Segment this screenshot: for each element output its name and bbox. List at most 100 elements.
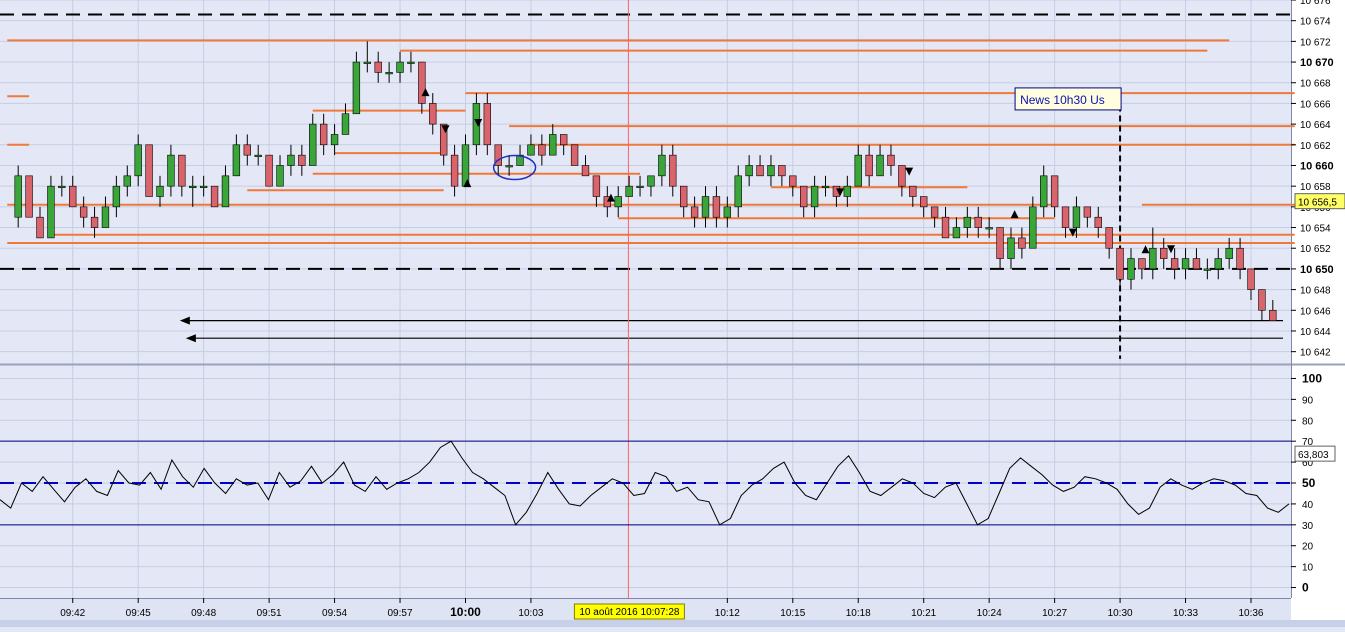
candle[interactable] <box>920 196 928 208</box>
candle[interactable] <box>1127 258 1135 280</box>
candle[interactable] <box>592 175 601 197</box>
candle[interactable] <box>134 144 142 177</box>
candle[interactable] <box>1116 247 1124 280</box>
candle[interactable] <box>712 196 721 218</box>
candle[interactable] <box>876 154 884 177</box>
candle[interactable] <box>374 61 382 73</box>
candle[interactable] <box>887 154 895 166</box>
candle[interactable] <box>1160 247 1168 259</box>
candle[interactable] <box>909 185 917 197</box>
candle[interactable] <box>309 123 317 166</box>
candle[interactable] <box>69 185 77 208</box>
candle[interactable] <box>1072 206 1081 228</box>
candle[interactable] <box>1192 258 1201 270</box>
candle[interactable] <box>930 206 939 218</box>
candle[interactable] <box>865 154 873 177</box>
candle[interactable] <box>25 175 33 218</box>
candle[interactable] <box>800 185 808 208</box>
candle[interactable] <box>985 227 993 230</box>
candle[interactable] <box>36 216 44 239</box>
candle[interactable] <box>778 165 786 177</box>
candle[interactable] <box>570 144 579 166</box>
candle[interactable] <box>90 216 99 228</box>
candle[interactable] <box>178 154 186 187</box>
candle[interactable] <box>1181 258 1190 270</box>
candle[interactable] <box>1050 175 1059 208</box>
candle[interactable] <box>614 196 622 208</box>
candle[interactable] <box>418 61 426 104</box>
candle[interactable] <box>963 216 972 228</box>
candle[interactable] <box>79 206 88 218</box>
candle[interactable] <box>287 154 295 166</box>
candle[interactable] <box>189 185 197 188</box>
candle[interactable] <box>854 154 862 187</box>
candle[interactable] <box>319 123 328 146</box>
candle[interactable] <box>1214 258 1222 270</box>
chart-svg[interactable]: 10 642 10 644 10 646 10 648 10 650 10 652 10 6… <box>0 0 1345 627</box>
candle[interactable] <box>701 196 710 218</box>
candle[interactable] <box>941 216 950 239</box>
candle[interactable] <box>330 134 339 146</box>
candle[interactable] <box>1247 268 1255 290</box>
candle[interactable] <box>156 185 164 197</box>
candle[interactable] <box>167 154 175 187</box>
candle[interactable] <box>396 61 404 73</box>
candle[interactable] <box>734 175 742 208</box>
candle[interactable] <box>647 175 655 187</box>
candle[interactable] <box>974 216 982 228</box>
candle[interactable] <box>1203 268 1212 271</box>
candle[interactable] <box>810 185 819 208</box>
candle[interactable] <box>363 61 371 64</box>
candle[interactable] <box>243 144 251 156</box>
candle[interactable] <box>145 144 153 197</box>
candle[interactable] <box>898 165 906 187</box>
candle[interactable] <box>658 154 666 177</box>
candle[interactable] <box>505 165 513 168</box>
candle[interactable] <box>483 103 491 146</box>
candle[interactable] <box>265 154 273 187</box>
candle[interactable] <box>123 175 131 187</box>
candle[interactable] <box>298 154 306 166</box>
candle[interactable] <box>1061 206 1070 228</box>
candle[interactable] <box>112 185 121 208</box>
candle[interactable] <box>636 185 644 188</box>
candle[interactable] <box>690 206 699 218</box>
candle[interactable] <box>538 144 546 156</box>
candle[interactable] <box>1094 216 1102 228</box>
candle[interactable] <box>210 185 219 208</box>
candle[interactable] <box>669 154 677 187</box>
candle[interactable] <box>821 185 830 188</box>
candle[interactable] <box>450 154 459 187</box>
candle[interactable] <box>429 103 437 125</box>
candle[interactable] <box>527 144 535 156</box>
candle[interactable] <box>341 113 350 135</box>
candle[interactable] <box>789 175 797 187</box>
trading-chart[interactable]: 10 642 10 644 10 646 10 648 10 650 10 652 10 6… <box>0 0 1345 627</box>
candle[interactable] <box>581 165 590 177</box>
candle[interactable] <box>58 185 66 188</box>
candle[interactable] <box>47 185 55 239</box>
candle[interactable] <box>352 61 361 115</box>
candle[interactable] <box>1029 206 1037 249</box>
candle[interactable] <box>1269 309 1277 321</box>
candle[interactable] <box>1236 247 1244 270</box>
candle[interactable] <box>1258 289 1266 311</box>
candle[interactable] <box>1018 237 1026 249</box>
candle[interactable] <box>407 61 415 64</box>
candle[interactable] <box>723 206 732 218</box>
candle[interactable] <box>276 165 284 187</box>
candle[interactable] <box>461 144 470 187</box>
candle[interactable] <box>199 185 208 188</box>
candle[interactable] <box>254 154 262 157</box>
bottom-scrollbar[interactable] <box>0 620 1345 627</box>
candle[interactable] <box>1225 247 1233 259</box>
candle[interactable] <box>745 165 753 177</box>
candle[interactable] <box>1138 258 1146 270</box>
candle[interactable] <box>232 144 241 177</box>
candle[interactable] <box>1170 258 1179 270</box>
candle[interactable] <box>1105 227 1113 249</box>
candle[interactable] <box>996 227 1004 259</box>
candle[interactable] <box>1007 237 1015 259</box>
candle[interactable] <box>952 227 961 239</box>
candle[interactable] <box>680 185 688 208</box>
